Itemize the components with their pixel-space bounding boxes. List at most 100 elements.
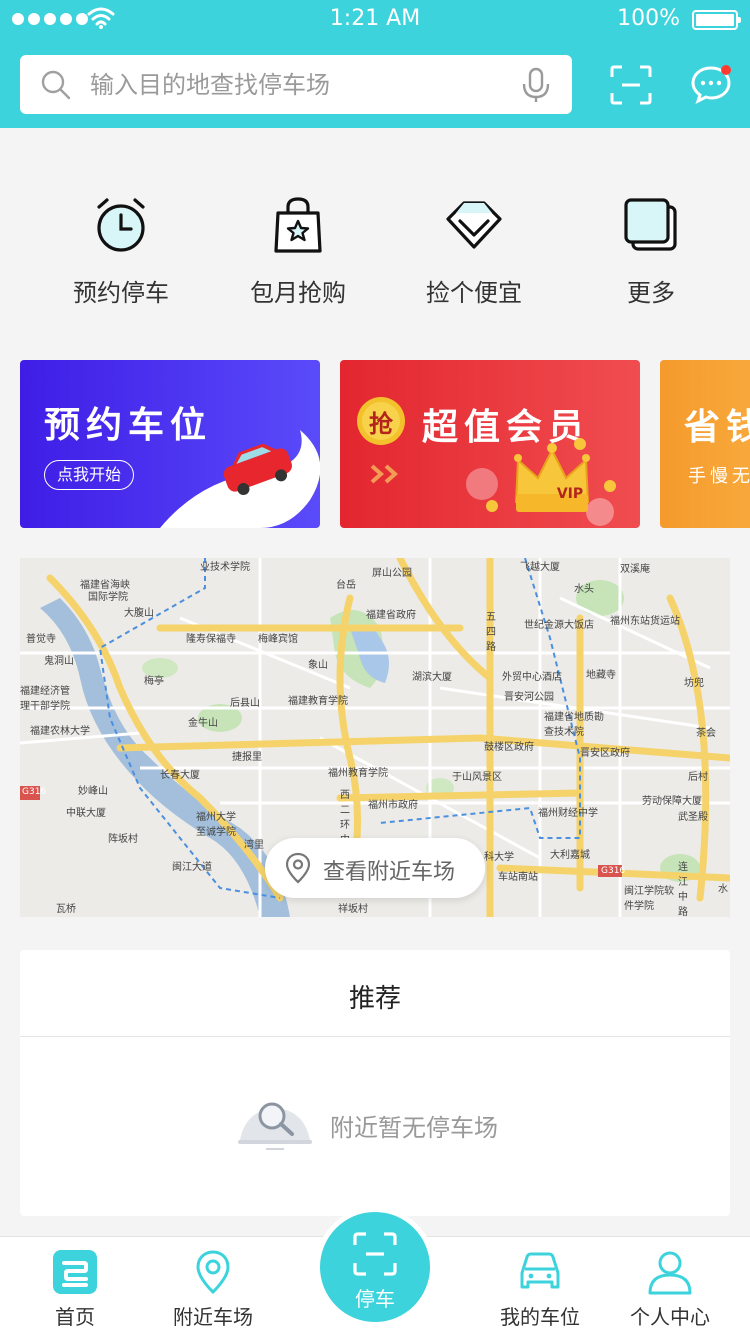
map-label: 大腹山: [124, 608, 154, 619]
road-car-illustration: [160, 430, 320, 528]
user-icon: [648, 1251, 692, 1295]
map-label: 福州东站货运站: [610, 616, 680, 627]
map-label: 屏山公园: [372, 568, 412, 579]
battery-icon: [692, 10, 741, 30]
map-label: 妙峰山: [78, 786, 108, 797]
quick-item-label: 更多: [627, 279, 675, 307]
map-label: 大利嘉城: [550, 850, 590, 861]
quick-item-more[interactable]: 更多: [563, 195, 739, 308]
status-bar: 1:21 AM 100%: [0, 0, 750, 40]
location-pin-icon: [196, 1250, 230, 1295]
vip-text: VIP: [556, 486, 584, 502]
search-icon: [41, 70, 71, 100]
quick-item-bargain[interactable]: 捡个便宜: [386, 195, 562, 308]
quick-item-label: 预约停车: [73, 279, 169, 307]
map-label: 隆寿保福寺: [186, 634, 236, 645]
map-label: G316: [22, 787, 47, 797]
map-label: 坊兜: [684, 678, 704, 689]
map-label: 科大学: [484, 852, 514, 863]
banner-reserve-spot[interactable]: 预约车位 点我开始: [20, 360, 320, 528]
banner-subtitle: 手慢无: [688, 466, 750, 487]
tab-park-scan-button[interactable]: 停车: [320, 1212, 430, 1322]
empty-search-icon: [238, 1102, 312, 1150]
map-label: 晋安区政府: [580, 748, 630, 759]
scan-icon[interactable]: [610, 65, 652, 105]
alarm-clock-icon: [97, 198, 145, 252]
car-icon: [520, 1252, 560, 1289]
location-pin-icon: [285, 852, 311, 884]
map-label: 福州市政府: [368, 800, 418, 811]
search-input[interactable]: [88, 63, 512, 107]
search-bar[interactable]: [20, 55, 572, 114]
map-label: 阵坂村: [108, 834, 138, 845]
tab-label: 我的车位: [500, 1305, 580, 1329]
map-label: 业技术学院: [200, 562, 250, 573]
diamond-icon: [446, 201, 502, 249]
map-label: 湖滨大厦: [412, 672, 452, 683]
map-label: 闽江大道: [172, 862, 212, 873]
quick-item-label: 包月抢购: [250, 279, 346, 307]
divider: [20, 1036, 730, 1037]
tab-nearby-parking[interactable]: 附近车场: [138, 1237, 288, 1335]
map-label: 地藏寺: [586, 670, 616, 681]
map-label: G316: [601, 866, 626, 876]
tab-my-spot[interactable]: 我的车位: [465, 1237, 615, 1335]
tab-profile[interactable]: 个人中心: [595, 1237, 745, 1335]
map-label: 劳动保障大厦: [642, 796, 702, 807]
map-label: 金牛山: [188, 718, 218, 729]
map-label: 福建教育学院: [288, 696, 348, 707]
map-label: 梅峰宾馆: [258, 634, 298, 645]
map-label: 于山风景区: [452, 772, 502, 783]
map-label: 车站南站: [498, 872, 538, 883]
map-label: 五四路: [486, 612, 496, 653]
map-label: 梅亭: [144, 676, 164, 687]
map-label: 鼓楼区政府: [484, 742, 534, 753]
map-label: 世纪金源大饭店: [524, 620, 594, 631]
banner-start-button[interactable]: 点我开始: [44, 460, 135, 490]
message-icon[interactable]: [690, 64, 732, 104]
map-label: 外贸中心酒店: [502, 672, 562, 683]
quick-item-label: 捡个便宜: [426, 279, 522, 307]
banner-title: 省钱: [684, 407, 750, 448]
map-label: 福建经济管理干部学院: [20, 686, 70, 712]
map-label: 后村: [688, 772, 708, 783]
tab-home[interactable]: 首页: [0, 1237, 150, 1335]
map-label: 长春大厦: [160, 770, 200, 781]
map-label: 普觉寺: [26, 634, 56, 645]
microphone-icon[interactable]: [520, 67, 552, 103]
quick-item-monthly-deal[interactable]: 包月抢购: [210, 195, 386, 308]
park-button-label: 停车: [355, 1287, 395, 1311]
map-label: 双溪庵: [620, 564, 650, 575]
banner-vip-membership[interactable]: 抢 超值会员 VIP: [340, 360, 640, 528]
home-logo-icon: [53, 1250, 97, 1294]
map-label: 福建省地质勘查技术院: [544, 712, 604, 738]
map-label: 福建省政府: [366, 610, 416, 621]
recommend-section: 推荐 附近暂无停车场: [20, 950, 730, 1216]
banner-save-money[interactable]: 省钱 手慢无: [660, 360, 750, 528]
view-nearby-parking-button[interactable]: 查看附近车场: [265, 838, 485, 898]
map-label: 湾里: [244, 840, 264, 851]
badge-text: 抢: [369, 410, 393, 438]
map-label: 水头: [574, 584, 594, 595]
map-label: 捷报里: [232, 752, 262, 763]
double-arrow-icon: [370, 464, 399, 484]
recommend-title: 推荐: [348, 984, 401, 1014]
map-view[interactable]: 业技术学院 福建省海峡 国际学院 大腹山 普觉寺 鬼洞山 隆寿保福寺 梅峰宾馆 …: [20, 558, 730, 917]
tab-label: 首页: [55, 1305, 95, 1329]
view-nearby-parking-label: 查看附近车场: [323, 860, 456, 885]
map-label: 台岳: [336, 580, 356, 591]
map-label: 国际学院: [88, 592, 128, 603]
map-label: 武圣殿: [678, 812, 708, 823]
map-label: 福州大学至诚学院: [196, 812, 236, 838]
quick-item-reserve-parking[interactable]: 预约停车: [33, 195, 209, 308]
header: 1:21 AM 100%: [0, 0, 750, 128]
shopping-bag-star-icon: [274, 197, 322, 253]
map-label: 连江中路: [678, 862, 688, 917]
tab-label: 个人中心: [630, 1305, 710, 1329]
map-label: 水: [718, 884, 728, 895]
battery-percentage: 100%: [617, 6, 680, 31]
map-label: 福建农林大学: [30, 726, 90, 737]
map-label: 瓦桥: [56, 904, 76, 915]
vip-crown-illustration: [466, 438, 616, 526]
map-label: 福州财经中学: [538, 808, 598, 819]
